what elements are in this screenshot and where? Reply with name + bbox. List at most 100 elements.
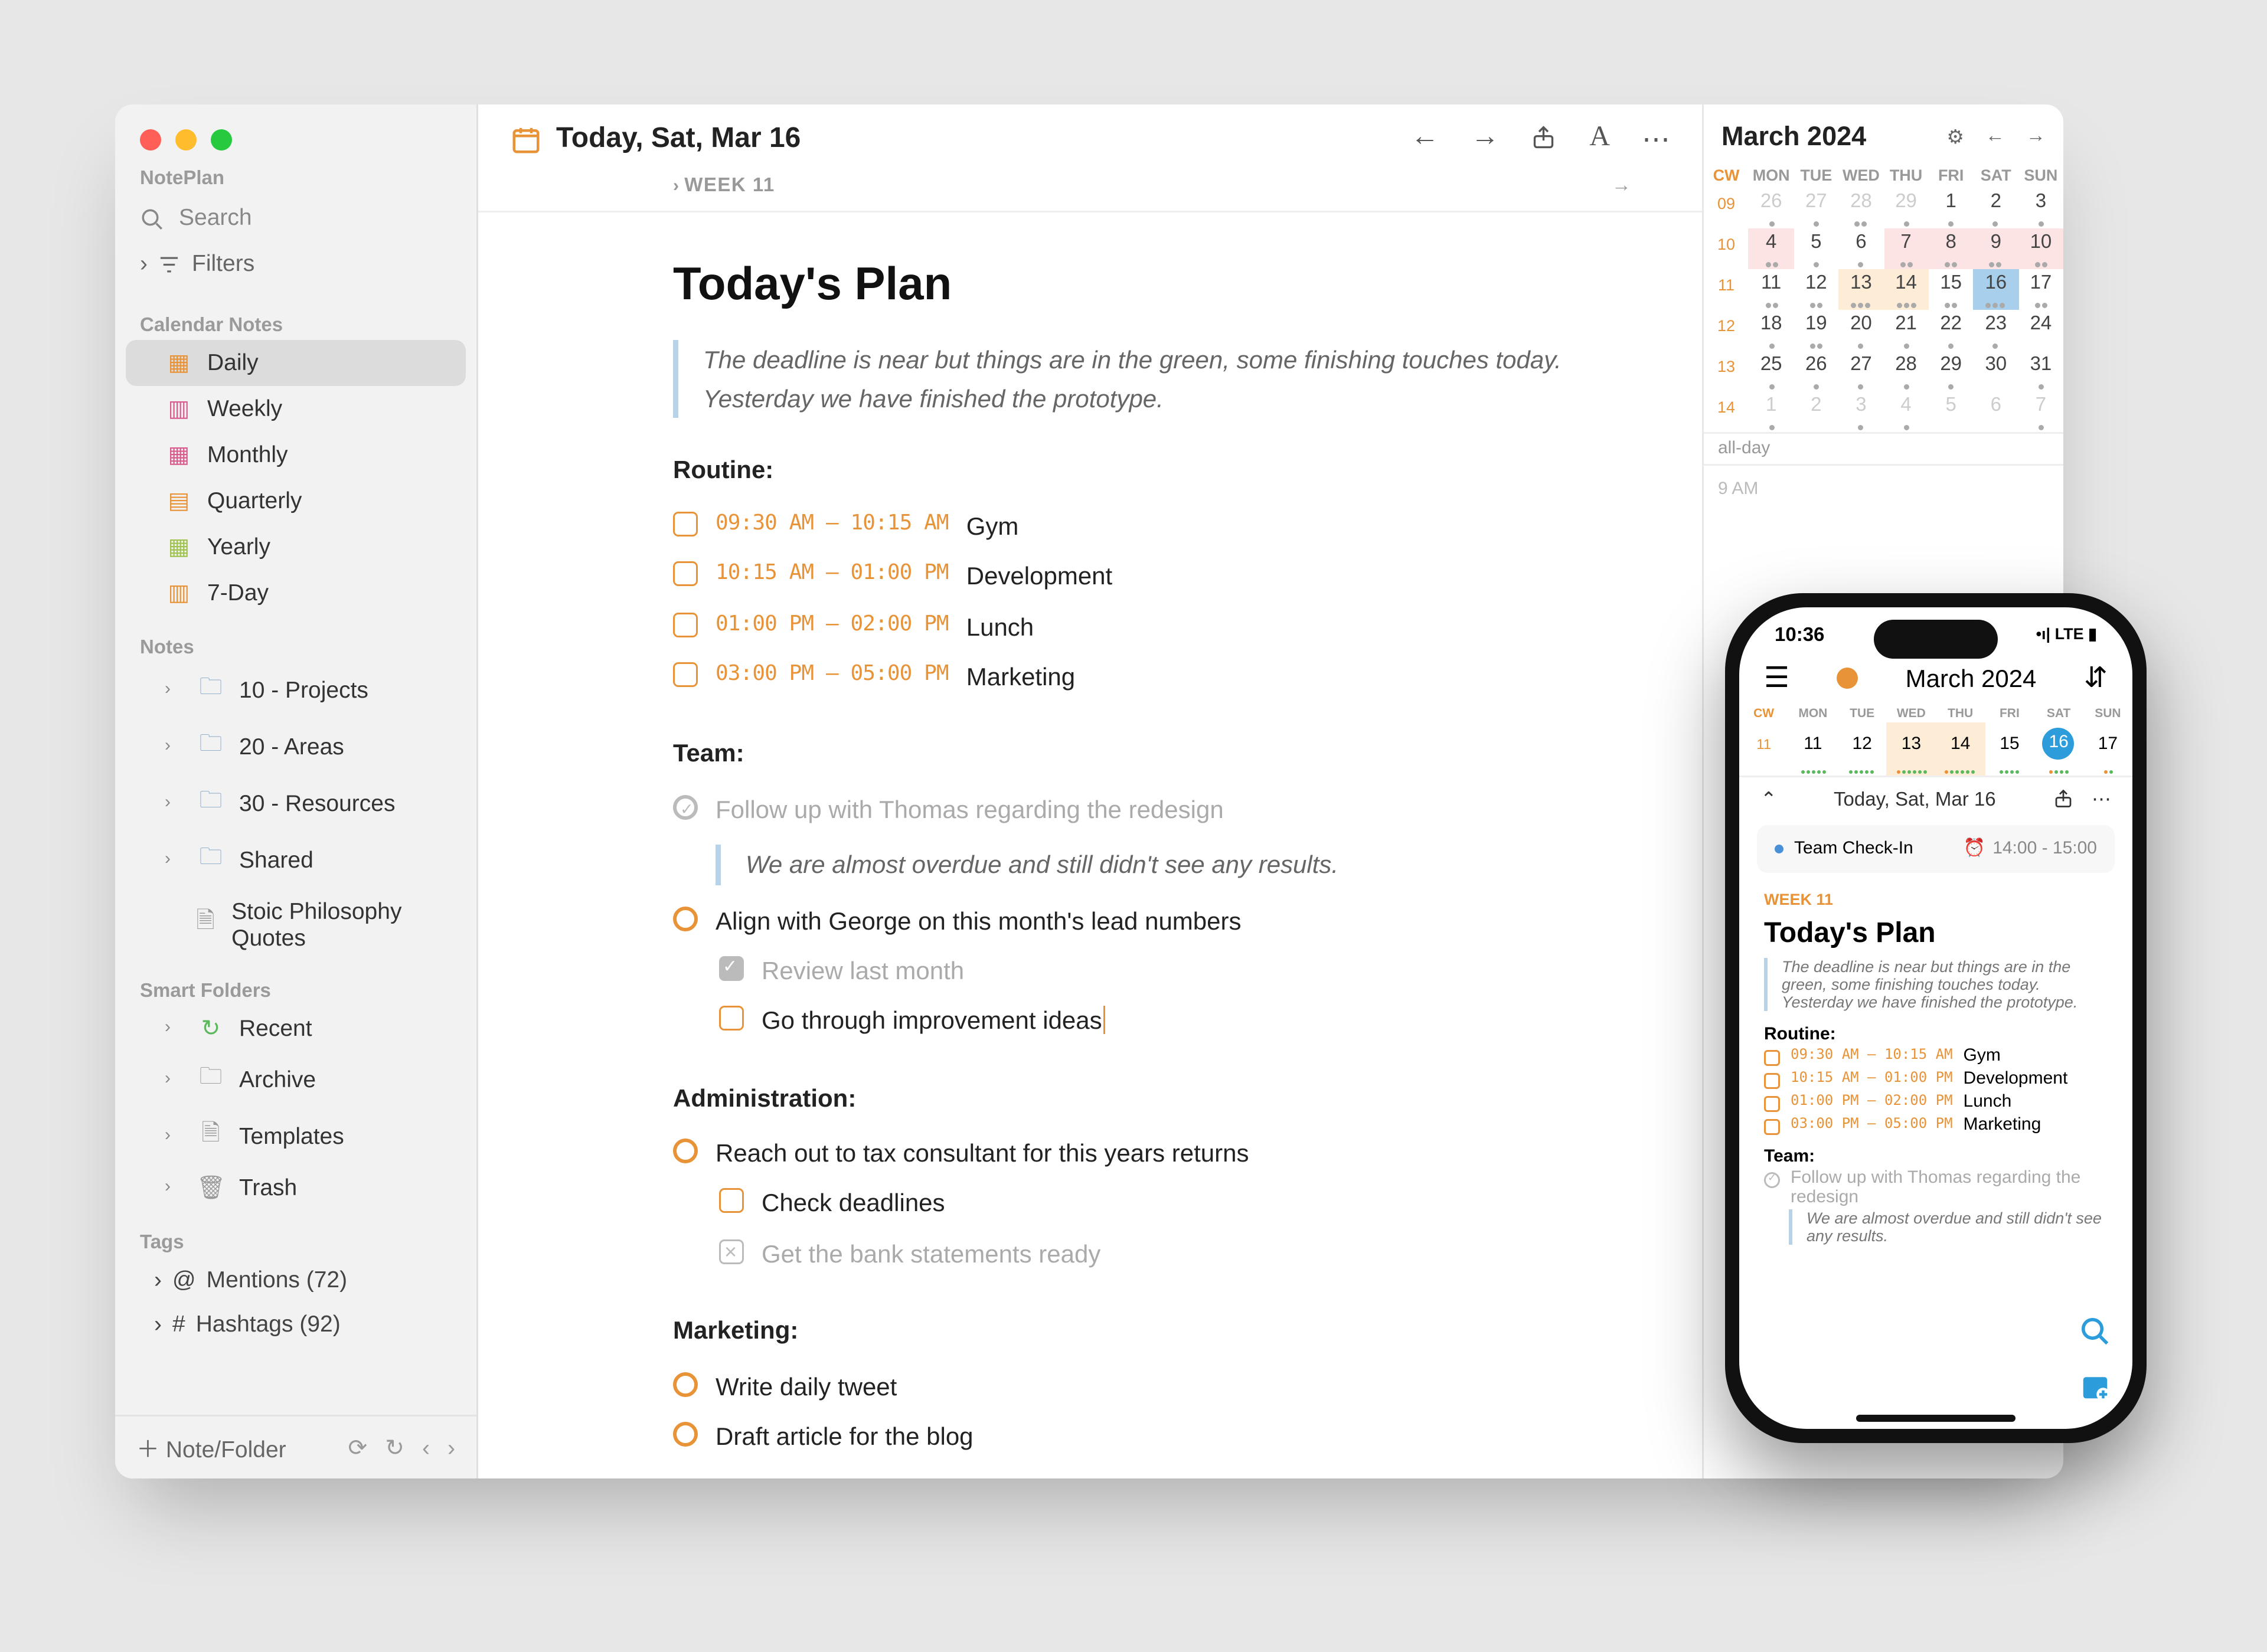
p-routine[interactable]: 09:30 AM – 10:15 AMGym	[1764, 1045, 2108, 1068]
sidebar-item-areas[interactable]: ›🗀20 - Areas	[126, 718, 466, 775]
next-icon[interactable]: ›	[447, 1434, 455, 1462]
admin-sub[interactable]: Check deadlines	[673, 1178, 1596, 1228]
circle-done-icon[interactable]	[1764, 1172, 1780, 1188]
circle-done-icon[interactable]	[673, 794, 698, 819]
gear-icon[interactable]: ⚙	[1946, 126, 1964, 149]
share-icon[interactable]	[2053, 788, 2074, 811]
cal-next-icon[interactable]: →	[2026, 126, 2046, 149]
phone-event[interactable]: Team Check-In ⏰14:00 - 15:00	[1757, 825, 2115, 873]
forward-button[interactable]: →	[1471, 122, 1499, 158]
menu-icon[interactable]: ☰	[1764, 660, 1789, 696]
checkbox-icon[interactable]	[1764, 1050, 1780, 1066]
checkbox-icon[interactable]	[719, 1006, 744, 1031]
checkbox-icon[interactable]	[1764, 1119, 1780, 1135]
checkbox-icon[interactable]	[673, 511, 698, 536]
collapse-icon[interactable]: ⌃	[1760, 788, 1777, 811]
label: Shared	[239, 846, 313, 873]
calendar-grid[interactable]: CWMONTUEWEDTHUFRISATSUN 0926272829123 10…	[1704, 163, 2063, 432]
checkbox-icon[interactable]	[1764, 1073, 1780, 1089]
search-row[interactable]: Search	[115, 193, 476, 242]
add-note-button[interactable]: ＋ Note/Folder	[136, 1431, 286, 1464]
circle-icon[interactable]	[673, 1372, 698, 1396]
sidebar-item-templates[interactable]: ›🗎Templates	[126, 1108, 466, 1164]
mkt-row[interactable]: Write daily tweet	[673, 1361, 1596, 1411]
chevron-right-icon: ›	[165, 1126, 182, 1146]
back-button[interactable]: ←	[1410, 122, 1439, 158]
expand-icon[interactable]: ⇵	[2084, 660, 2108, 696]
checkbox-icon[interactable]	[719, 1189, 744, 1213]
admin-row[interactable]: Reach out to tax consultant for this yea…	[673, 1128, 1596, 1178]
routine-row[interactable]: 09:30 AM – 10:15 AMGym	[673, 500, 1596, 551]
team-sub-open[interactable]: Go through improvement ideas	[673, 996, 1596, 1046]
checkbox-cancel-icon[interactable]	[719, 1239, 744, 1264]
label: 7-Day	[207, 579, 269, 606]
circle-icon[interactable]	[673, 906, 698, 931]
prev-icon[interactable]: ‹	[422, 1434, 430, 1462]
time: 10:15 AM – 01:00 PM	[716, 556, 949, 590]
routine-row[interactable]: 03:00 PM – 05:00 PMMarketing	[673, 652, 1596, 702]
sidebar-item-weekly[interactable]: ▥Weekly	[126, 385, 466, 431]
sidebar-item-mentions[interactable]: ›@Mentions (72)	[115, 1257, 476, 1301]
chevron-right-icon: ›	[154, 1265, 162, 1292]
cal-prev-icon[interactable]: ←	[1985, 126, 2005, 149]
sidebar-item-yearly[interactable]: ▦Yearly	[126, 524, 466, 570]
circle-icon[interactable]	[673, 1139, 698, 1163]
phone-team-h: Team:	[1764, 1147, 2108, 1167]
week-forward-icon[interactable]: →	[1612, 175, 1631, 197]
week-label[interactable]: › WEEK 11	[673, 175, 775, 197]
more-icon[interactable]: ⋯	[2092, 788, 2111, 811]
text: Development	[966, 556, 1113, 596]
calendar-fab-icon[interactable]	[2079, 1367, 2111, 1404]
sidebar-item-trash[interactable]: ›🗑Trash	[126, 1164, 466, 1211]
smart-folders-header: Smart Folders	[115, 973, 476, 1005]
sidebar-item-projects[interactable]: ›🗀10 - Projects	[126, 662, 466, 718]
team-row-done[interactable]: Follow up with Thomas regarding the rede…	[673, 784, 1596, 834]
team-row-open[interactable]: Align with George on this month's lead n…	[673, 895, 1596, 946]
sidebar-item-monthly[interactable]: ▦Monthly	[126, 431, 466, 477]
phone-body[interactable]: WEEK 11 Today's Plan The deadline is nea…	[1739, 880, 2132, 1429]
more-icon[interactable]: ⋯	[1642, 122, 1670, 158]
folder-icon: 🗀	[197, 670, 225, 709]
phone-week-grid[interactable]: CWMONTUEWEDTHUFRISATSUN 11 11 12 13 14 1…	[1739, 706, 2132, 776]
hash-icon: #	[172, 1310, 185, 1336]
share-icon[interactable]	[1531, 122, 1557, 158]
sidebar-item-7day[interactable]: ▥7-Day	[126, 570, 466, 616]
chevron-right-icon: ›	[140, 249, 148, 276]
circle-icon[interactable]	[673, 1422, 698, 1447]
app-dot-icon	[1837, 668, 1858, 689]
intro-quote: The deadline is near but things are in t…	[673, 339, 1596, 418]
sidebar-item-daily[interactable]: ▦Daily	[126, 339, 466, 385]
routine-row[interactable]: 10:15 AM – 01:00 PM Development	[673, 551, 1596, 601]
p-routine[interactable]: 10:15 AM – 01:00 PMDevelopment	[1764, 1068, 2108, 1091]
editor-content[interactable]: Today's Plan The deadline is near but th…	[478, 212, 1702, 1478]
sidebar-item-shared[interactable]: ›🗀Shared	[126, 832, 466, 888]
traffic-lights[interactable]	[115, 104, 476, 161]
sidebar-item-hashtags[interactable]: ›#Hashtags (92)	[115, 1301, 476, 1345]
p-team-done[interactable]: Follow up with Thomas regarding the rede…	[1764, 1167, 2108, 1209]
checkbox-icon[interactable]	[1764, 1096, 1780, 1112]
p-routine[interactable]: 01:00 PM – 02:00 PMLunch	[1764, 1091, 2108, 1114]
sidebar-item-quarterly[interactable]: ▤Quarterly	[126, 477, 466, 524]
search-fab-icon[interactable]	[2079, 1312, 2111, 1349]
refresh-icon[interactable]: ↻	[385, 1434, 404, 1462]
label: Note/Folder	[166, 1436, 286, 1463]
sync-icon[interactable]: ⟳	[348, 1434, 368, 1462]
p-routine[interactable]: 03:00 PM – 05:00 PMMarketing	[1764, 1114, 2108, 1137]
sidebar-item-resources[interactable]: ›🗀30 - Resources	[126, 775, 466, 832]
font-icon[interactable]: A	[1589, 122, 1610, 158]
checkbox-icon[interactable]	[673, 662, 698, 687]
admin-cancel[interactable]: Get the bank statements ready	[673, 1229, 1596, 1279]
filter-icon	[158, 249, 181, 276]
mkt-row[interactable]: Draft article for the blog	[673, 1411, 1596, 1461]
chevron-right-icon: ›	[165, 1018, 182, 1038]
checkbox-done-icon[interactable]	[719, 956, 744, 981]
home-indicator[interactable]	[1856, 1415, 2016, 1422]
filters-row[interactable]: › Filters	[115, 242, 476, 293]
routine-row[interactable]: 01:00 PM – 02:00 PMLunch	[673, 601, 1596, 652]
team-sub-done[interactable]: Review last month	[673, 946, 1596, 996]
sidebar-item-archive[interactable]: ›🗀Archive	[126, 1051, 466, 1108]
sidebar-item-recent[interactable]: ›↻Recent	[126, 1005, 466, 1051]
sidebar-item-stoic[interactable]: ›🗎Stoic Philosophy Quotes	[126, 888, 466, 959]
checkbox-icon[interactable]	[673, 561, 698, 586]
checkbox-icon[interactable]	[673, 612, 698, 637]
